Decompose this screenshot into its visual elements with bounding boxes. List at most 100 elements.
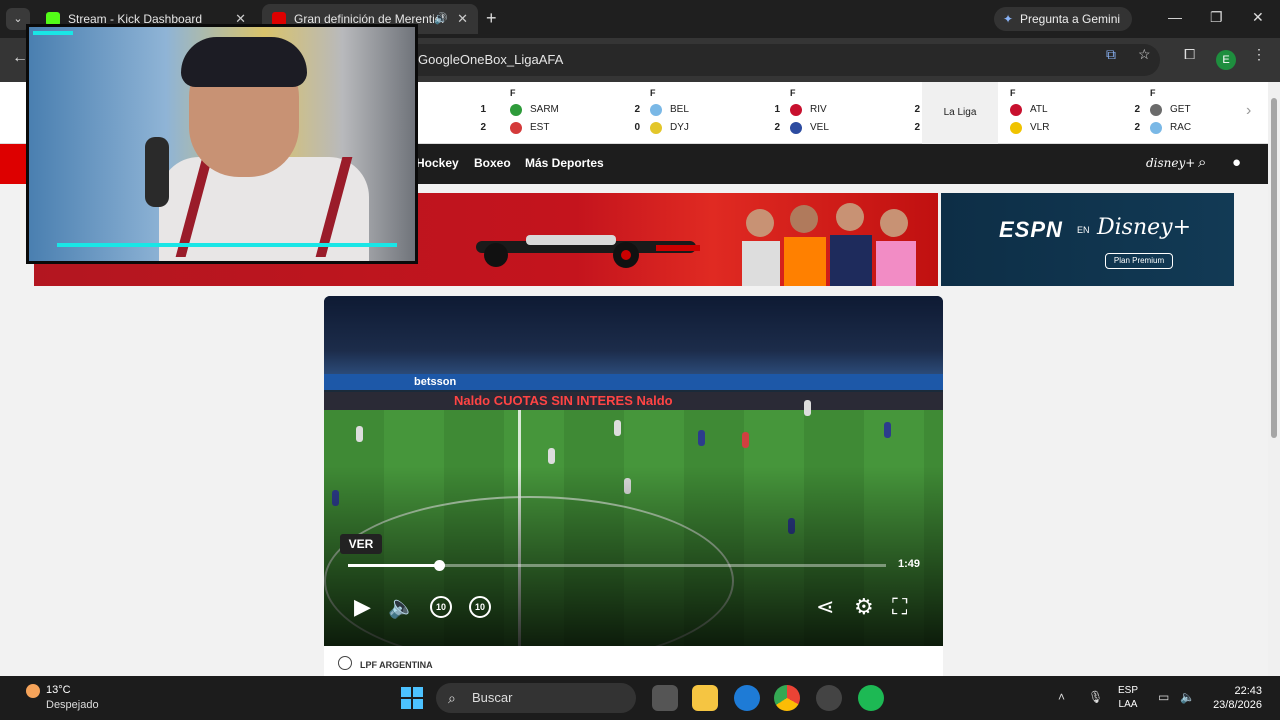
chevron-up-icon[interactable]: ˄ xyxy=(1058,690,1065,704)
player xyxy=(698,430,705,446)
team-logo-icon xyxy=(1010,122,1022,134)
play-icon[interactable]: ▶ xyxy=(354,594,371,620)
score: 0 xyxy=(634,122,640,133)
clock-time: 22:43 xyxy=(1234,685,1262,697)
team-abbr: VEL xyxy=(810,122,829,133)
keyboard-layout: LAA xyxy=(1118,699,1138,710)
team-abbr: SARM xyxy=(530,104,559,115)
league-label[interactable]: La Liga xyxy=(922,82,998,144)
game-status: F xyxy=(790,88,796,98)
team-abbr: RAC xyxy=(1170,122,1192,133)
game-card[interactable]: F SARM 2 EST 0 xyxy=(510,88,650,138)
volume-icon[interactable]: 🔈 xyxy=(388,594,415,620)
team-abbr: VLR xyxy=(1030,122,1050,133)
ad-board-text: Naldo CUOTAS SIN INTERES Naldo xyxy=(454,393,673,408)
player xyxy=(884,422,891,438)
maximize-icon[interactable]: ❐ xyxy=(1210,9,1223,26)
nav-link-mas-deportes[interactable]: Más Deportes xyxy=(525,156,604,170)
language-indicator[interactable]: ESP LAA xyxy=(1118,684,1138,712)
minimize-icon[interactable]: — xyxy=(1168,9,1182,25)
team-abbr: GET xyxy=(1170,104,1191,115)
team-row: DYJ 2 xyxy=(650,120,780,136)
taskbar-search[interactable]: ⌕ Buscar xyxy=(436,683,636,713)
soccer-ball-icon xyxy=(338,656,352,670)
team-logo-icon xyxy=(790,122,802,134)
team-row: RAC xyxy=(1150,120,1200,136)
game-card[interactable]: F RIV 2 VEL 2 xyxy=(790,88,930,138)
game-card[interactable]: F ATL 2 VLR 2 xyxy=(1010,88,1150,138)
search-icon[interactable]: ⌕ xyxy=(1198,154,1206,171)
close-icon[interactable]: ✕ xyxy=(457,4,468,34)
en-text: EN xyxy=(1077,225,1090,235)
disney-plus-link[interactable]: disney+ xyxy=(1146,156,1195,170)
address-bar[interactable]: GoogleOneBox_LigaAFA xyxy=(300,44,1160,76)
chevron-right-icon[interactable]: › xyxy=(1246,102,1251,120)
file-explorer-icon[interactable] xyxy=(692,685,718,711)
language-code: ESP xyxy=(1118,685,1139,696)
nav-link-boxeo[interactable]: Boxeo xyxy=(474,156,511,170)
spotify-icon[interactable] xyxy=(858,685,884,711)
weather-temp: 13°C xyxy=(46,684,71,696)
game-card[interactable]: F BEL 1 DYJ 2 xyxy=(650,88,790,138)
plan-premium-badge: Plan Premium xyxy=(1105,253,1173,269)
windows-start-icon[interactable] xyxy=(400,686,424,710)
team-abbr: EST xyxy=(530,122,550,133)
team-row: RIV 2 xyxy=(790,102,920,118)
clock-date: 23/8/2026 xyxy=(1213,699,1262,711)
score: 1 xyxy=(480,104,486,115)
page-scrollbar[interactable] xyxy=(1268,82,1280,676)
app-icon[interactable] xyxy=(816,685,842,711)
window-close-icon[interactable]: ✕ xyxy=(1252,9,1264,26)
mic-icon[interactable]: 🎙 xyxy=(1088,690,1103,704)
game-status: F xyxy=(1010,88,1016,98)
espn-disney-banner[interactable]: ESPN EN Disney+ Plan Premium xyxy=(941,193,1234,286)
extensions-icon[interactable]: ⧠ xyxy=(1184,46,1195,63)
profile-avatar[interactable]: E xyxy=(1216,50,1236,70)
rewind-10-icon[interactable]: 10 xyxy=(430,596,452,618)
bookmark-star-icon[interactable]: ☆ xyxy=(1138,46,1151,63)
task-view-icon[interactable] xyxy=(652,685,678,711)
fullscreen-icon[interactable]: ⛶ xyxy=(892,594,907,620)
translate-icon[interactable]: ⧉ xyxy=(1106,46,1116,63)
controls-gradient xyxy=(324,466,943,646)
settings-gear-icon[interactable]: ⚙ xyxy=(854,594,874,620)
gemini-button[interactable]: ✦ Pregunta a Gemini xyxy=(994,7,1132,31)
drivers-graphic xyxy=(742,203,916,286)
seek-bar[interactable] xyxy=(348,560,886,571)
game-card[interactable]: F GET RAC xyxy=(1150,88,1200,138)
team-row: VEL 2 xyxy=(790,120,920,136)
webcam-frame-accent xyxy=(33,31,73,35)
network-icon[interactable]: ▭ xyxy=(1158,690,1169,704)
game-card[interactable]: 1 2 xyxy=(420,88,486,138)
weather-icon[interactable] xyxy=(26,684,40,698)
team-logo-icon xyxy=(650,104,662,116)
team-row: ATL 2 xyxy=(1010,102,1140,118)
user-account-icon[interactable]: ● xyxy=(1232,154,1241,171)
game-status: F xyxy=(1150,88,1156,98)
share-icon[interactable]: ⋖ xyxy=(816,594,834,620)
score: 1 xyxy=(774,104,780,115)
team-logo-icon xyxy=(1150,104,1162,116)
team-row: GET xyxy=(1150,102,1200,118)
new-tab-button[interactable]: + xyxy=(486,8,497,28)
score: 2 xyxy=(634,104,640,115)
team-logo-icon xyxy=(650,122,662,134)
seek-progress xyxy=(348,564,440,567)
espn-logo: ESPN xyxy=(999,217,1063,242)
video-player[interactable]: betsson Naldo CUOTAS SIN INTERES Naldo V… xyxy=(324,296,943,646)
forward-10-icon[interactable]: 10 xyxy=(469,596,491,618)
clock[interactable]: 22:43 23/8/2026 xyxy=(1206,684,1262,712)
volume-icon[interactable]: 🔈 xyxy=(1180,690,1195,704)
team-logo-icon xyxy=(1010,104,1022,116)
scroll-thumb[interactable] xyxy=(1271,98,1277,438)
team-row: VLR 2 xyxy=(1010,120,1140,136)
score: 2 xyxy=(914,122,920,133)
disney-plus-logo: Disney+ xyxy=(1097,215,1192,240)
kebab-menu-icon[interactable]: ⋮ xyxy=(1252,46,1266,63)
team-row: BEL 1 xyxy=(650,102,780,118)
chrome-icon[interactable] xyxy=(774,685,800,711)
edge-icon[interactable] xyxy=(734,685,760,711)
speaker-icon[interactable]: 🔊 xyxy=(434,4,448,34)
nav-link-hockey[interactable]: Hockey xyxy=(416,156,459,170)
player xyxy=(614,420,621,436)
